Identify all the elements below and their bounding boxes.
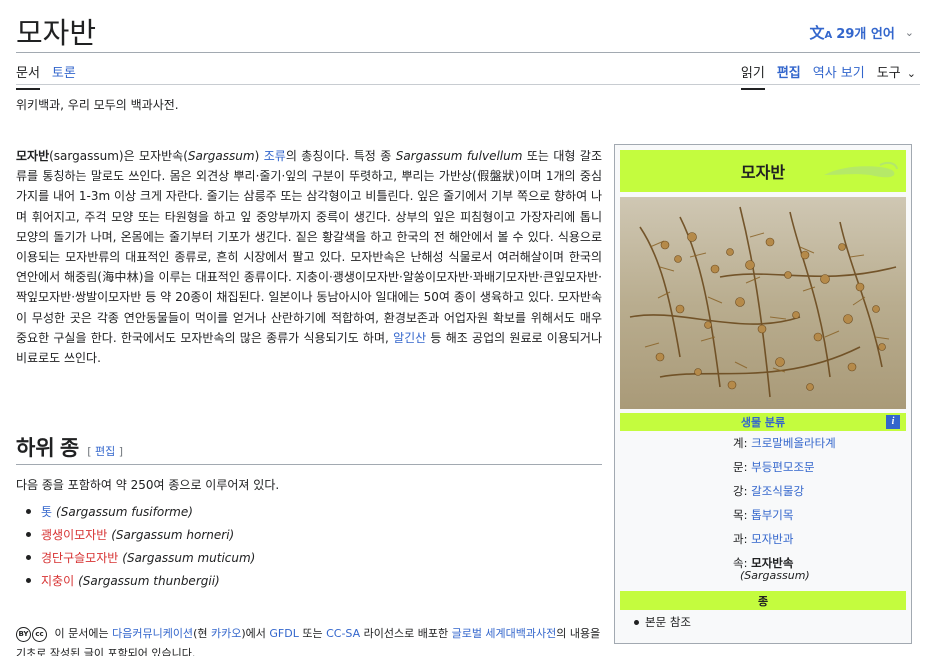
rank-row-class: 강: 갈조식물강	[620, 479, 906, 503]
translate-icon: 文A	[809, 24, 833, 42]
rank-label: 강:	[733, 484, 748, 498]
species-sci-name: (Sargassum thunbergii)	[78, 573, 220, 588]
link-algae[interactable]: 조류	[264, 149, 286, 163]
language-button[interactable]: 文A 29개 언어 ⌄	[810, 22, 914, 43]
cc-icon: cc	[32, 626, 47, 642]
list-item: 괭생이모자반 (Sargassum horneri)	[22, 523, 255, 546]
edit-bracket: ]	[118, 445, 124, 458]
tab-talk[interactable]: 토론	[52, 62, 76, 90]
section-heading: 하위 종 [ 편집 ]	[16, 432, 123, 462]
list-item: 톳 (Sargassum fusiforme)	[22, 500, 255, 523]
article-text: 또는 대형 갈조류를 통칭하는 말로도 쓰인다. 몸은 외견상 뿌리·줄기·잎의…	[16, 149, 602, 345]
classification-band: 생물 분류 i	[620, 413, 906, 431]
genus-sci-text: (Sargassum)	[740, 569, 810, 582]
section-edit-link[interactable]: 편집	[95, 445, 115, 458]
cc-by-icon: BY	[16, 626, 31, 642]
article-text: (sargassum)은 모자반속(	[49, 149, 188, 163]
rank-row-order: 목: 톱부기목	[620, 503, 906, 527]
species-intro: 다음 종을 포함하여 약 250여 종으로 이루어져 있다.	[16, 478, 280, 492]
license-text: )에서	[241, 627, 270, 640]
species-link[interactable]: 톳	[41, 503, 52, 520]
bullet-icon	[26, 555, 31, 560]
site-tagline: 위키백과, 우리 모두의 백과사전.	[16, 98, 179, 112]
bullet-icon	[26, 509, 31, 514]
link-encyclopedia[interactable]: 글로벌 세계대백과사전	[452, 627, 557, 640]
rank-label: 과:	[733, 532, 748, 546]
species-note: 본문 참조	[645, 615, 691, 629]
rank-value-link[interactable]: 부등편모조문	[751, 459, 814, 475]
license-notice: BY cc 이 문서에는 다음커뮤니케이션(현 카카오)에서 GFDL 또는 CC…	[16, 624, 602, 656]
species-sci-name: (Sargassum horneri)	[111, 527, 235, 542]
rank-value-link[interactable]: 크로말베올라타계	[751, 435, 836, 451]
rank-row-phylum: 문: 부등편모조문	[620, 455, 906, 479]
license-text: 라이선스로 배포한	[360, 627, 452, 640]
bullet-icon	[26, 532, 31, 537]
list-item: 지충이 (Sargassum thunbergii)	[22, 569, 255, 592]
rank-value-link[interactable]: 갈조식물강	[751, 483, 804, 499]
link-alginate[interactable]: 알긴산	[393, 331, 426, 345]
list-item: 경단구슬모자반 (Sargassum muticum)	[22, 546, 255, 569]
sargassum-photo[interactable]	[620, 197, 906, 409]
article-text: 의 총칭이다. 특정 종	[285, 149, 396, 163]
page-title: 모자반	[16, 18, 97, 50]
species-link[interactable]: 지충이	[41, 572, 74, 589]
species-list: 톳 (Sargassum fusiforme) 괭생이모자반 (Sargassu…	[22, 500, 255, 592]
taxobox: 모자반 생물 분류 i 계: 크로말베올라타계 문: 부등편모조문 강: 갈조식…	[614, 144, 912, 644]
link-gfdl[interactable]: GFDL	[269, 627, 298, 640]
species-band: 종	[620, 591, 906, 610]
title-divider	[16, 52, 920, 53]
namespace-tabs: 문서 토론	[16, 62, 76, 90]
species-sci-name: (Sargassum fusiforme)	[56, 504, 193, 519]
section-edit: [ 편집 ]	[87, 443, 123, 459]
tools-label: 도구	[876, 66, 901, 81]
tab-read[interactable]: 읽기	[740, 62, 765, 90]
article-bold-term: 모자반	[16, 149, 50, 163]
rank-label: 문:	[733, 460, 748, 474]
sargassum-photo-art	[620, 197, 906, 409]
chevron-down-icon: ⌄	[906, 67, 916, 80]
rank-label: 계:	[733, 436, 748, 450]
link-kakao[interactable]: 카카오	[211, 627, 241, 640]
view-tabs: 읽기 편집 역사 보기 도구 ⌄	[740, 62, 916, 90]
species-link[interactable]: 괭생이모자반	[41, 526, 107, 543]
species-link[interactable]: 경단구슬모자반	[41, 549, 118, 566]
tabs-divider	[16, 84, 920, 85]
taxobox-title: 모자반	[740, 163, 786, 182]
article-lead-paragraph: 모자반(sargassum)은 모자반속(Sargassum) 조류의 총칭이다…	[16, 146, 602, 368]
section-title: 하위 종	[16, 436, 80, 460]
taxobox-title-bar: 모자반	[620, 150, 906, 192]
info-icon[interactable]: i	[886, 415, 900, 429]
license-text: 또는	[298, 627, 327, 640]
list-item: 본문 참조	[620, 614, 906, 630]
cc-logos: BY cc	[16, 626, 47, 642]
section-divider	[16, 464, 602, 465]
bullet-icon	[26, 578, 31, 583]
classification-link[interactable]: 생물 분류	[741, 414, 785, 430]
chevron-down-icon: ⌄	[904, 26, 914, 39]
article-text: )	[254, 149, 264, 163]
rank-label: 목:	[733, 508, 748, 522]
language-count-label: 29개 언어	[836, 27, 895, 42]
article-species-name: Sargassum fulvellum	[395, 149, 523, 163]
edit-bracket: [	[87, 445, 92, 458]
genus-sci-name: (Sargassum)	[620, 569, 906, 583]
license-text: (현	[193, 627, 211, 640]
bullet-icon	[634, 619, 639, 625]
article-genus: Sargassum	[187, 149, 255, 163]
rank-row-kingdom: 계: 크로말베올라타계	[620, 431, 906, 455]
seaweed-icon	[824, 161, 898, 178]
rank-value-link[interactable]: 모자반과	[751, 531, 793, 547]
species-sci-name: (Sargassum muticum)	[122, 550, 256, 565]
link-daum[interactable]: 다음커뮤니케이션	[112, 627, 193, 640]
rank-row-family: 과: 모자반과	[620, 527, 906, 551]
license-text: 이 문서에는	[51, 627, 113, 640]
link-cc-sa[interactable]: CC-SA	[326, 627, 360, 640]
rank-value-link[interactable]: 톱부기목	[751, 507, 793, 523]
tab-article[interactable]: 문서	[16, 62, 40, 90]
